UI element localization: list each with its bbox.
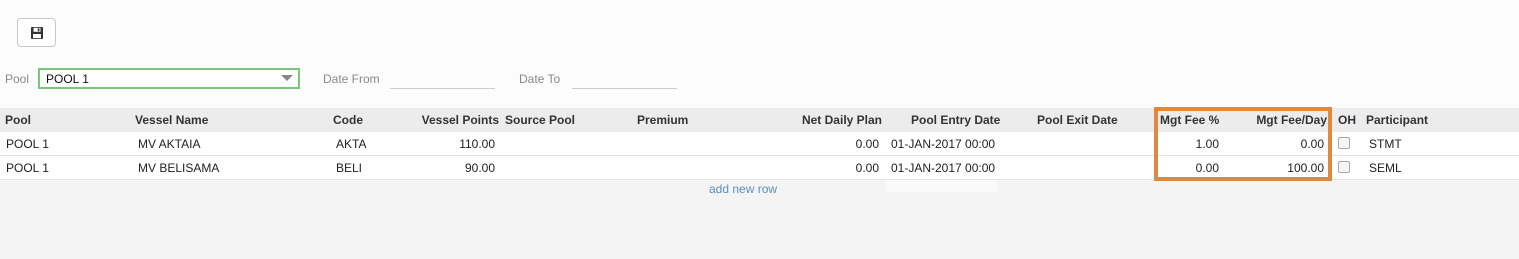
date-column-strip	[886, 180, 998, 192]
cell-vessel-name[interactable]: MV BELISAMA	[138, 156, 219, 179]
cell-pool[interactable]: POOL 1	[6, 156, 49, 179]
col-header-premium[interactable]: Premium	[637, 108, 688, 132]
oh-checkbox[interactable]	[1338, 137, 1350, 149]
toolbar-area: Pool POOL 1 Date From Date To	[0, 0, 1519, 108]
cell-code[interactable]: BELI	[336, 156, 362, 179]
date-from-label: Date From	[323, 72, 380, 86]
vessel-grid: Pool Vessel Name Code Vessel Points Sour…	[0, 108, 1519, 198]
add-row-bar: add new row	[0, 180, 1519, 198]
save-button[interactable]	[17, 18, 56, 47]
col-header-mgt-fee-day[interactable]: Mgt Fee/Day	[1230, 108, 1327, 132]
cell-vessel-points[interactable]: 110.00	[410, 132, 495, 155]
col-header-pool-exit-date[interactable]: Pool Exit Date	[1037, 108, 1118, 132]
table-row[interactable]: POOL 1 MV AKTAIA AKTA 110.00 0.00 01-JAN…	[0, 132, 1519, 156]
oh-checkbox[interactable]	[1338, 161, 1350, 173]
add-new-row-link[interactable]: add new row	[709, 182, 777, 196]
col-header-vessel-points[interactable]: Vessel Points	[410, 108, 499, 132]
cell-vessel-name[interactable]: MV AKTAIA	[138, 132, 200, 155]
col-header-source-pool[interactable]: Source Pool	[505, 108, 575, 132]
grid-header: Pool Vessel Name Code Vessel Points Sour…	[0, 108, 1519, 132]
col-header-pool[interactable]: Pool	[5, 108, 31, 132]
cell-net-daily-plan[interactable]: 0.00	[780, 132, 879, 155]
table-row[interactable]: POOL 1 MV BELISAMA BELI 90.00 0.00 01-JA…	[0, 156, 1519, 180]
chevron-down-icon	[281, 75, 293, 81]
col-header-vessel-name[interactable]: Vessel Name	[135, 108, 208, 132]
col-header-net-daily-plan[interactable]: Net Daily Plan	[780, 108, 882, 132]
col-header-code[interactable]: Code	[333, 108, 363, 132]
cell-participant[interactable]: STMT	[1369, 132, 1402, 155]
date-to-input[interactable]	[572, 68, 677, 89]
col-header-oh[interactable]: OH	[1338, 108, 1356, 132]
cell-vessel-points[interactable]: 90.00	[410, 156, 495, 179]
date-from-input[interactable]	[390, 68, 495, 89]
col-header-pool-entry-date[interactable]: Pool Entry Date	[911, 108, 1000, 132]
cell-mgt-fee-day[interactable]: 0.00	[1230, 132, 1324, 155]
col-header-participant[interactable]: Participant	[1366, 108, 1428, 132]
cell-participant[interactable]: SEML	[1369, 156, 1402, 179]
pool-select-value: POOL 1	[46, 72, 89, 86]
cell-mgt-fee-pct[interactable]: 0.00	[1160, 156, 1219, 179]
date-to-label: Date To	[519, 72, 561, 86]
pool-filter-label: Pool	[5, 72, 30, 86]
cell-pool-entry-date[interactable]: 01-JAN-2017 00:00	[891, 132, 995, 155]
cell-pool-entry-date[interactable]: 01-JAN-2017 00:00	[891, 156, 995, 179]
cell-code[interactable]: AKTA	[336, 132, 366, 155]
cell-net-daily-plan[interactable]: 0.00	[780, 156, 879, 179]
cell-pool[interactable]: POOL 1	[6, 132, 49, 155]
col-header-mgt-fee-pct[interactable]: Mgt Fee %	[1160, 108, 1219, 132]
cell-mgt-fee-pct[interactable]: 1.00	[1160, 132, 1219, 155]
floppy-disk-icon	[30, 26, 43, 39]
pool-select[interactable]: POOL 1	[38, 68, 300, 89]
cell-mgt-fee-day[interactable]: 100.00	[1230, 156, 1324, 179]
